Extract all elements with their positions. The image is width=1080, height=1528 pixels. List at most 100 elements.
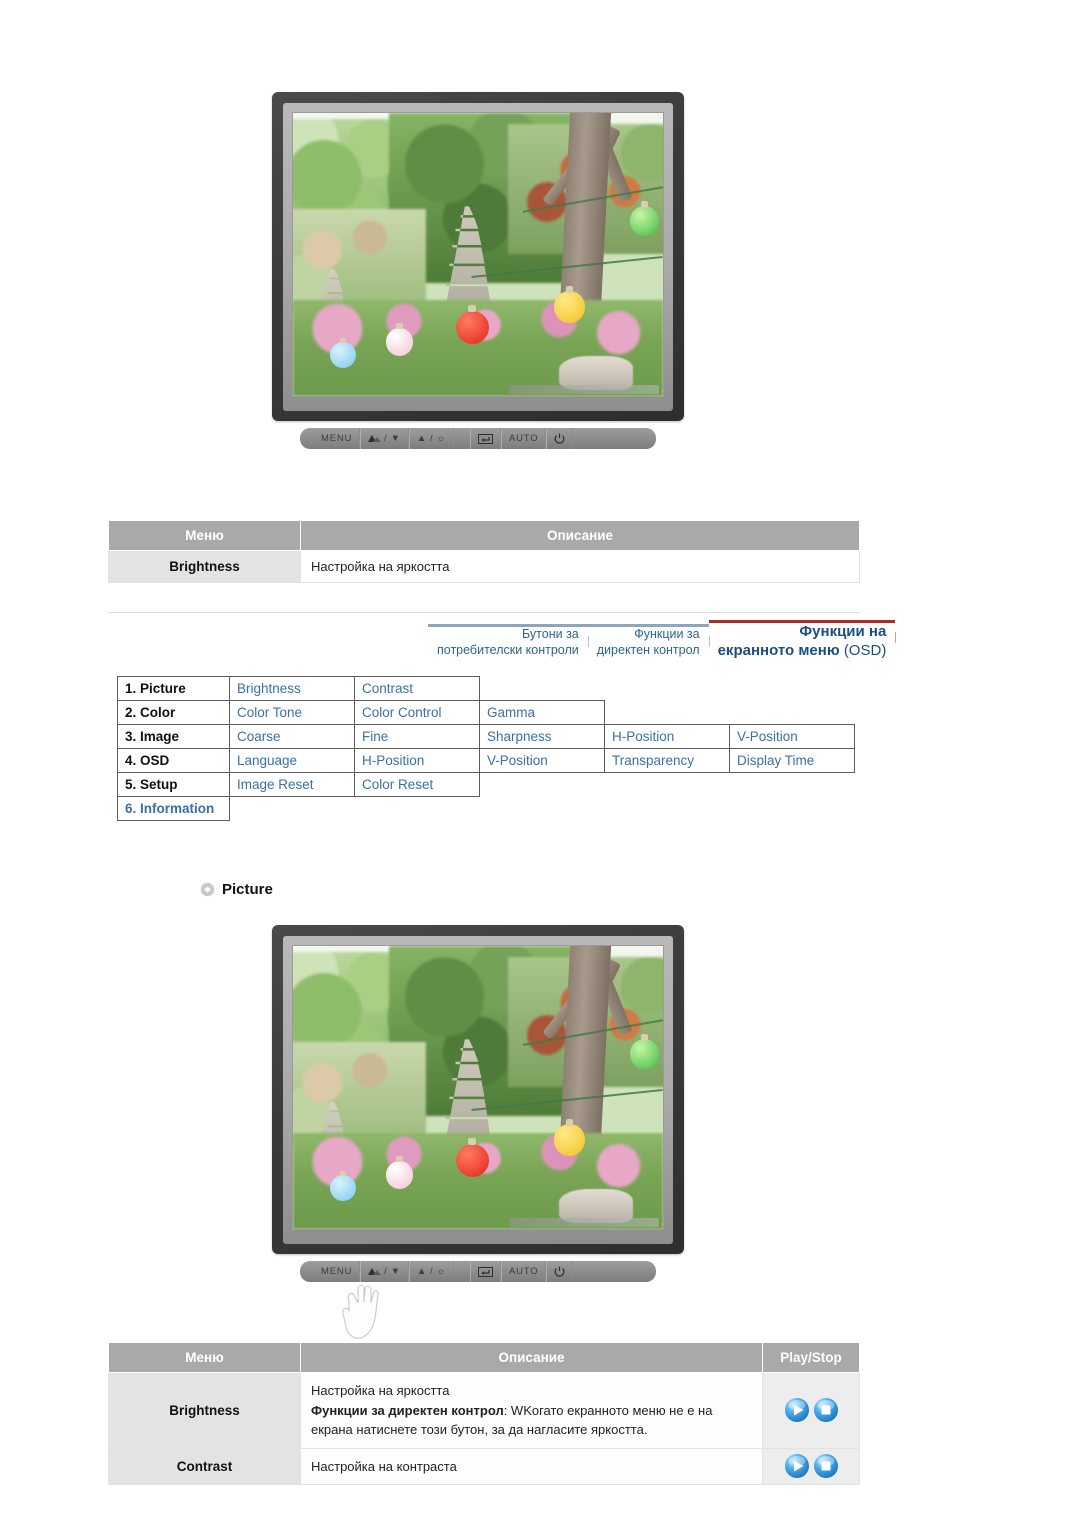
cell-play-stop-contrast [762,1447,860,1485]
contrast-icon [368,1268,382,1275]
play-stop-icons [767,1397,855,1423]
tab-label-line1: Функции за [634,627,700,642]
tab-label-line2: директен контрол [596,642,700,657]
cell-desc-brightness: Настройка на яркостта [300,550,860,583]
monitor-bezel [272,925,684,1254]
tab-osd-functions[interactable]: Функции на екранното меню (OSD) [708,620,897,662]
brightness-up-button[interactable]: ▲ / ☼ [408,428,454,449]
osd-item-v-position[interactable]: V-Position [479,748,605,773]
osd-blank-cell [605,677,730,701]
monitor-screen [292,112,664,397]
auto-button[interactable]: AUTO [501,428,547,449]
osd-menu-structure-table: 1. Picture Brightness Contrast 2. Color … [117,676,855,821]
osd-blank-cell [230,797,355,821]
auto-button[interactable]: AUTO [501,1261,547,1282]
osd-blank-cell [730,773,855,797]
osd-item-transparency[interactable]: Transparency [604,748,730,773]
cell-desc-contrast: Настройка на контраста [300,1447,763,1485]
cell-menu-brightness: Brightness [108,550,301,583]
menu-button[interactable]: MENU [313,428,361,449]
osd-item-color-tone[interactable]: Color Tone [229,700,355,725]
monitor-inner-bezel [283,103,673,411]
menu-button[interactable]: MENU [313,1261,361,1282]
contrast-down-button[interactable]: / ▼ [360,428,409,449]
garden-photo [293,113,663,396]
play-icon[interactable] [784,1453,810,1479]
osd-blank-cell [480,677,605,701]
control-bar-gap [454,1261,470,1282]
contrast-icon [368,435,382,442]
cell-desc-brightness: Настройка на яркостта Функции за директе… [300,1372,763,1449]
osd-blank-cell [730,701,855,725]
osd-item-image-reset[interactable]: Image Reset [229,772,355,797]
osd-item-brightness[interactable]: Brightness [229,676,355,701]
photo-lantern-green [629,1034,660,1069]
tab-label-line2-text: екранното меню [717,641,844,659]
cell-menu-contrast: Contrast [108,1447,301,1485]
power-button[interactable] [546,428,574,449]
osd-item-color-control[interactable]: Color Control [354,700,480,725]
power-icon [554,1266,565,1277]
tab-label-line1: Функции на [799,623,887,640]
monitor-screen [292,945,664,1230]
picture-functions-table: Меню Описание Play/Stop Brightness Настр… [108,1342,860,1485]
tab-direct-control-functions[interactable]: Функции за директен контрол [587,624,710,661]
enter-icon [478,1266,493,1277]
osd-item-gamma[interactable]: Gamma [479,700,605,725]
photo-shrub-left [293,1042,427,1145]
power-button[interactable] [546,1261,574,1282]
table-row: Brightness Настройка на яркостта [108,550,860,583]
tab-label-osd-suffix: (OSD) [843,641,887,659]
down-arrow-icon: ▼ [390,433,401,444]
control-bar-gap [454,428,470,449]
tab-label-line2: екранното меню (OSD) [718,642,887,661]
play-icon[interactable] [784,1397,810,1423]
osd-item-h-position[interactable]: H-Position [604,724,730,749]
osd-category-information[interactable]: 6. Information [117,796,230,821]
photo-lantern-blue [330,1170,356,1202]
play-stop-icons [767,1453,855,1479]
stop-icon[interactable] [813,1453,839,1479]
column-header-description: Описание [300,1342,763,1373]
osd-blank-cell [605,701,730,725]
table-header-row: Меню Описание Play/Stop [108,1342,860,1373]
osd-item-v-position[interactable]: V-Position [729,724,855,749]
diamond-bullet-icon [200,882,215,897]
monitor-control-bar-bottom: MENU / ▼ ▲ / ☼ AUTO [300,1261,656,1339]
osd-item-coarse[interactable]: Coarse [229,724,355,749]
osd-item-display-time[interactable]: Display Time [729,748,855,773]
osd-row-osd: 4. OSD Language H-Position V-Position Tr… [117,748,855,773]
table-row: Brightness Настройка на яркостта Функции… [108,1372,860,1449]
monitor-inner-bezel [283,936,673,1244]
enter-source-button[interactable] [470,428,501,449]
osd-item-sharpness[interactable]: Sharpness [479,724,605,749]
desc-bold-label: Функции за директен контрол [311,1402,504,1418]
osd-item-h-position[interactable]: H-Position [354,748,480,773]
contrast-down-button[interactable]: / ▼ [360,1261,409,1282]
column-header-menu: Меню [108,1342,301,1373]
photo-lantern-pink [385,1156,414,1189]
photo-lantern-green [629,201,660,236]
cell-play-stop-brightness [762,1372,860,1449]
column-header-play-stop: Play/Stop [762,1342,860,1373]
osd-item-fine[interactable]: Fine [354,724,480,749]
osd-item-contrast[interactable]: Contrast [354,676,480,701]
control-group-left: MENU / ▼ ▲ / ☼ [313,1261,454,1282]
osd-item-language[interactable]: Language [229,748,355,773]
tab-label-line1: Бутони за [522,627,579,642]
column-header-menu: Меню [108,520,301,551]
osd-row-information: 6. Information [117,796,855,821]
enter-source-button[interactable] [470,1261,501,1282]
nav-tabs: Бутони за потребителски контроли Функции… [428,620,897,662]
osd-blank-cell [730,677,855,701]
down-arrow-icon: ▼ [390,1266,401,1277]
section-divider [108,612,860,613]
control-group-right: AUTO [470,428,574,449]
column-header-description: Описание [300,520,860,551]
brightness-up-button[interactable]: ▲ / ☼ [408,1261,454,1282]
garden-photo [293,946,663,1229]
osd-category-setup: 5. Setup [117,772,230,797]
stop-icon[interactable] [813,1397,839,1423]
tab-user-control-buttons[interactable]: Бутони за потребителски контроли [428,624,589,661]
osd-item-color-reset[interactable]: Color Reset [354,772,480,797]
